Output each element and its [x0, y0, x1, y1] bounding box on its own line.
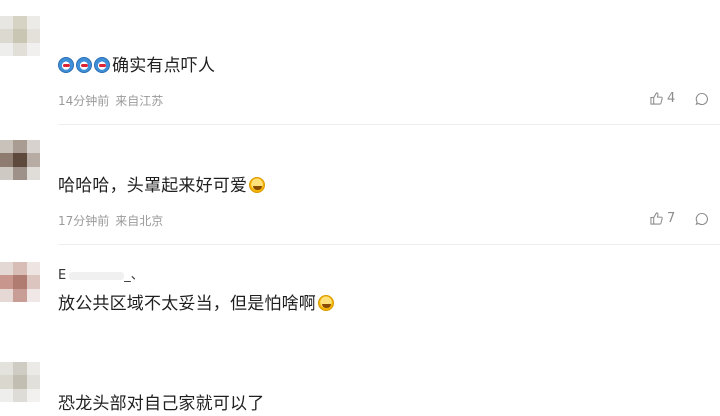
- avatar[interactable]: [0, 362, 40, 402]
- thumbs-up-icon: [650, 212, 663, 225]
- divider: [58, 124, 720, 125]
- laugh-icon: [318, 295, 334, 311]
- comment-text: 哈哈哈，头罩起来好可爱: [58, 174, 267, 198]
- blurred-username: [69, 271, 125, 280]
- avatar[interactable]: [0, 16, 40, 56]
- comment-time: 17分钟前: [58, 214, 110, 228]
- comment-text: 恐龙头部对自己家就可以了: [58, 394, 265, 414]
- divider: [58, 244, 720, 245]
- like-button[interactable]: 7: [650, 211, 675, 226]
- like-count: 4: [667, 91, 676, 106]
- comment-text: 放公共区域不太妥当，但是怕啥啊: [58, 292, 336, 316]
- avatar[interactable]: [0, 140, 40, 180]
- comment-source: 来自北京: [115, 214, 164, 228]
- dog-icon: [58, 57, 74, 73]
- comment-meta: 14分钟前 来自江苏: [58, 92, 163, 109]
- like-count: 7: [667, 211, 676, 226]
- dog-icon: [76, 57, 92, 73]
- like-button[interactable]: 4: [650, 91, 675, 106]
- reply-icon[interactable]: [695, 212, 709, 226]
- dog-icon: [94, 57, 110, 73]
- reply-icon[interactable]: [695, 92, 709, 106]
- comment-meta: 17分钟前 来自北京: [58, 212, 163, 229]
- thumbs-up-icon: [650, 92, 663, 105]
- comment-text: 确实有点吓人: [58, 54, 215, 78]
- laugh-icon: [249, 177, 266, 193]
- avatar[interactable]: [0, 262, 40, 302]
- username[interactable]: E _、: [58, 264, 144, 283]
- comment-time: 14分钟前: [58, 94, 110, 108]
- comment-source: 来自江苏: [115, 94, 164, 108]
